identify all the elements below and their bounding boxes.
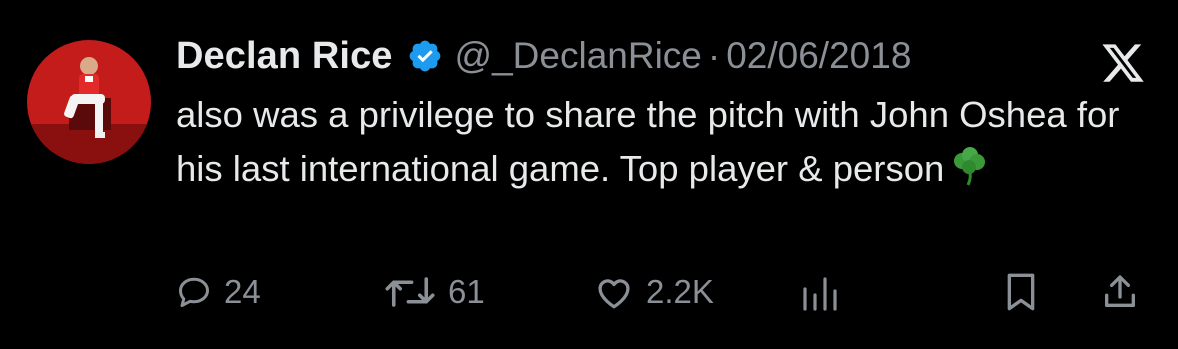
post-date[interactable]: 02/06/2018 <box>726 35 911 77</box>
tweet-card: Declan Rice @_DeclanRice · 02/06/2018 al… <box>0 0 1178 349</box>
avatar-image <box>27 40 151 164</box>
action-bar: 24 61 2.2K <box>0 268 1178 316</box>
tweet-text: also was a privilege to share the pitch … <box>176 88 1161 196</box>
repost-button[interactable]: 61 <box>384 268 485 316</box>
author-handle[interactable]: @_DeclanRice <box>455 35 702 77</box>
bookmark-button[interactable] <box>1003 268 1039 316</box>
shamrock-emoji <box>954 147 986 186</box>
reply-button[interactable]: 24 <box>176 268 261 316</box>
views-button[interactable] <box>801 268 841 316</box>
author-name[interactable]: Declan Rice <box>176 35 393 78</box>
reply-count: 24 <box>224 273 261 310</box>
reply-icon <box>179 277 209 307</box>
like-icon <box>598 279 630 309</box>
verified-badge-icon <box>409 40 440 72</box>
share-button[interactable] <box>1100 268 1140 316</box>
repost-count: 61 <box>448 273 485 310</box>
repost-icon <box>385 277 435 307</box>
separator-dot: · <box>707 35 721 76</box>
x-logo-icon[interactable] <box>1100 40 1146 86</box>
views-icon <box>803 277 837 311</box>
bookmark-icon <box>1007 273 1035 311</box>
like-button[interactable]: 2.2K <box>594 268 714 316</box>
share-icon <box>1105 275 1135 307</box>
like-count: 2.2K <box>646 273 714 310</box>
tweet-header: Declan Rice @_DeclanRice · 02/06/2018 <box>176 30 911 82</box>
avatar[interactable] <box>27 40 151 164</box>
